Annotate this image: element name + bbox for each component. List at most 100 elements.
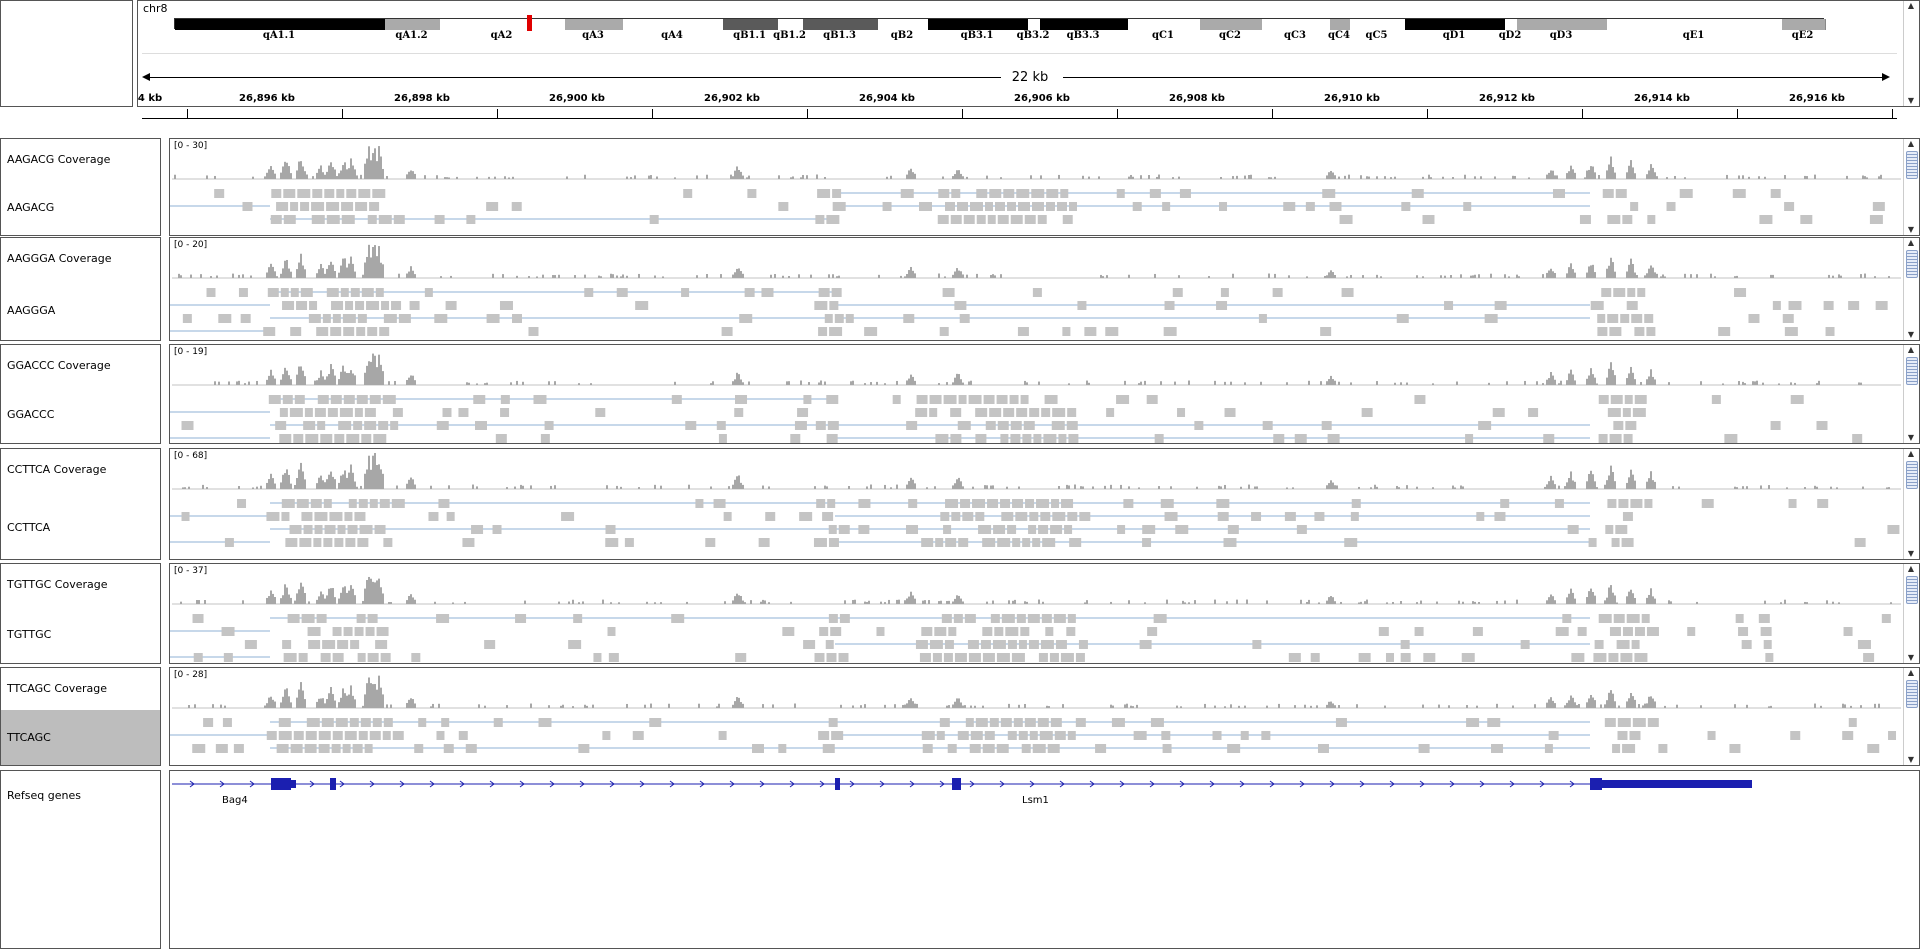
genomic-ruler[interactable]: 4 kb 26,896 kb 26,898 kb 26,900 kb 26,902 kb… <box>138 93 1897 121</box>
gene-models[interactable] <box>170 771 1900 811</box>
coverage-bar <box>1376 381 1378 385</box>
track-scrollbar[interactable]: ▲ ▼ <box>1903 668 1919 765</box>
scroll-thumb[interactable] <box>1906 151 1918 179</box>
track-name-panel-aagacg[interactable]: AAGACG Coverage AAGACG <box>0 138 161 236</box>
track-scrollbar[interactable]: ▲ ▼ <box>1903 238 1919 340</box>
coverage-bar <box>1558 383 1560 385</box>
coverage-track-label[interactable]: TGTTGC Coverage <box>7 578 108 591</box>
track-data-panel-aagacg[interactable]: [0 - 30] ▲ ▼ <box>169 138 1920 236</box>
scroll-down-icon[interactable]: ▼ <box>1904 653 1918 663</box>
exon-block <box>330 778 336 790</box>
coverage-track-label[interactable]: AAGACG Coverage <box>7 153 110 166</box>
coverage-bar <box>1278 703 1280 708</box>
coverage-bar <box>252 176 254 179</box>
coverage-bar <box>318 168 320 179</box>
coverage-bar <box>1030 175 1032 179</box>
track-canvas[interactable] <box>170 238 1903 340</box>
scroll-thumb[interactable] <box>1906 576 1918 604</box>
track-canvas[interactable] <box>170 139 1903 235</box>
coverage-bar <box>434 601 436 604</box>
track-data-panel-ttcagc[interactable]: [0 - 28] ▲ ▼ <box>169 667 1920 766</box>
alignment-track-label[interactable]: AAGGGA <box>7 304 55 317</box>
aligned-read <box>1252 640 1262 649</box>
aligned-read <box>1053 614 1066 623</box>
track-name-panel-ttcagc[interactable]: TTCAGC Coverage TTCAGC <box>0 667 161 766</box>
header-ruler-panel[interactable]: chr8 qA1.1 qA1.2 qA2 qA3 qA4 qB1.1 qB1.2 qB1.3 q… <box>137 0 1920 119</box>
scroll-down-icon[interactable]: ▼ <box>1904 225 1918 235</box>
scroll-down-icon[interactable]: ▼ <box>1904 96 1918 106</box>
coverage-bar <box>1104 485 1106 489</box>
aligned-read <box>279 434 292 443</box>
coverage-track-label[interactable]: AAGGGA Coverage <box>7 252 111 265</box>
track-name-panel-tgttgc[interactable]: TGTTGC Coverage TGTTGC <box>0 563 161 664</box>
coverage-bar <box>912 270 914 278</box>
scroll-thumb[interactable] <box>1906 680 1918 708</box>
genes-name-panel[interactable]: Refseq genes <box>0 770 161 949</box>
aligned-read <box>1344 538 1358 547</box>
aligned-read <box>815 421 826 430</box>
alignment-track-label[interactable]: GGACCC <box>7 408 54 421</box>
coverage-bar <box>884 383 886 385</box>
scroll-down-icon[interactable]: ▼ <box>1904 330 1918 340</box>
alignment-track-label[interactable]: TTCAGC <box>7 731 51 744</box>
track-data-panel-ggaccc[interactable]: [0 - 19] ▲ ▼ <box>169 344 1920 444</box>
aligned-read <box>279 408 288 417</box>
track-data-panel-aaggga[interactable]: [0 - 20] ▲ ▼ <box>169 237 1920 341</box>
coverage-bar <box>338 173 340 179</box>
scroll-up-icon[interactable]: ▲ <box>1904 139 1918 149</box>
alignment-track-label[interactable]: CCTTCA <box>7 521 50 534</box>
cytoband-label: qD3 <box>1549 30 1573 41</box>
track-scrollbar[interactable]: ▲ ▼ <box>1903 564 1919 663</box>
alignment-track-name-cell[interactable]: AAGGGA <box>1 282 160 340</box>
alignment-track-name-cell[interactable]: GGACCC <box>1 387 160 443</box>
aligned-read <box>358 499 368 508</box>
coverage-bar <box>354 375 356 385</box>
scroll-thumb[interactable] <box>1906 461 1918 489</box>
scroll-thumb[interactable] <box>1906 250 1918 278</box>
scroll-down-icon[interactable]: ▼ <box>1904 549 1918 559</box>
track-name-panel-ccttca[interactable]: CCTTCA Coverage CCTTCA <box>0 448 161 560</box>
track-scrollbar[interactable]: ▲ ▼ <box>1903 449 1919 559</box>
track-canvas[interactable] <box>170 564 1903 663</box>
coverage-track-label[interactable]: CCTTCA Coverage <box>7 463 106 476</box>
coverage-bar <box>960 379 962 385</box>
alignment-track-label[interactable]: AAGACG <box>7 201 54 214</box>
alignment-track-name-cell[interactable]: CCTTCA <box>1 496 160 559</box>
scroll-up-icon[interactable]: ▲ <box>1904 238 1918 248</box>
track-name-panel-ggaccc[interactable]: GGACCC Coverage GGACCC <box>0 344 161 444</box>
scroll-down-icon[interactable]: ▼ <box>1904 755 1918 765</box>
scroll-up-icon[interactable]: ▲ <box>1904 449 1918 459</box>
alignment-track-name-cell[interactable]: AAGACG <box>1 180 160 235</box>
track-canvas[interactable] <box>170 668 1903 765</box>
coverage-bar <box>330 687 332 708</box>
track-data-panel-ccttca[interactable]: [0 - 68] ▲ ▼ <box>169 448 1920 560</box>
alignment-track-name-cell[interactable]: TGTTGC <box>1 606 160 663</box>
aligned-read <box>1049 653 1059 662</box>
coverage-bar <box>338 379 340 385</box>
track-scrollbar[interactable]: ▲ ▼ <box>1903 345 1919 443</box>
scroll-up-icon[interactable]: ▲ <box>1904 345 1918 355</box>
scroll-up-icon[interactable]: ▲ <box>1904 1 1918 11</box>
track-data-panel-tgttgc[interactable]: [0 - 37] ▲ ▼ <box>169 563 1920 664</box>
scroll-up-icon[interactable]: ▲ <box>1904 564 1918 574</box>
coverage-bar <box>1628 591 1630 604</box>
scroll-up-icon[interactable]: ▲ <box>1904 668 1918 678</box>
coverage-track-label[interactable]: GGACCC Coverage <box>7 359 111 372</box>
track-canvas[interactable] <box>170 345 1903 443</box>
coverage-bar <box>1248 175 1250 179</box>
coverage-bar <box>412 597 414 604</box>
track-canvas[interactable] <box>170 449 1903 559</box>
genes-data-panel[interactable]: Bag4 Lsm1 <box>169 770 1920 949</box>
alignment-track-label[interactable]: TGTTGC <box>7 628 51 641</box>
alignment-track-name-cell[interactable]: TTCAGC <box>1 710 160 765</box>
header-scrollbar[interactable]: ▲ ▼ <box>1903 1 1919 106</box>
scroll-thumb[interactable] <box>1906 357 1918 385</box>
ruler-tick-mark <box>1582 109 1583 118</box>
coverage-bar <box>1552 375 1554 385</box>
aligned-read <box>1217 512 1229 521</box>
track-scrollbar[interactable]: ▲ ▼ <box>1903 139 1919 235</box>
track-name-panel-aaggga[interactable]: AAGGGA Coverage AAGGGA <box>0 237 161 341</box>
coverage-bar <box>898 599 900 604</box>
scroll-down-icon[interactable]: ▼ <box>1904 433 1918 443</box>
coverage-track-label[interactable]: TTCAGC Coverage <box>7 682 107 695</box>
